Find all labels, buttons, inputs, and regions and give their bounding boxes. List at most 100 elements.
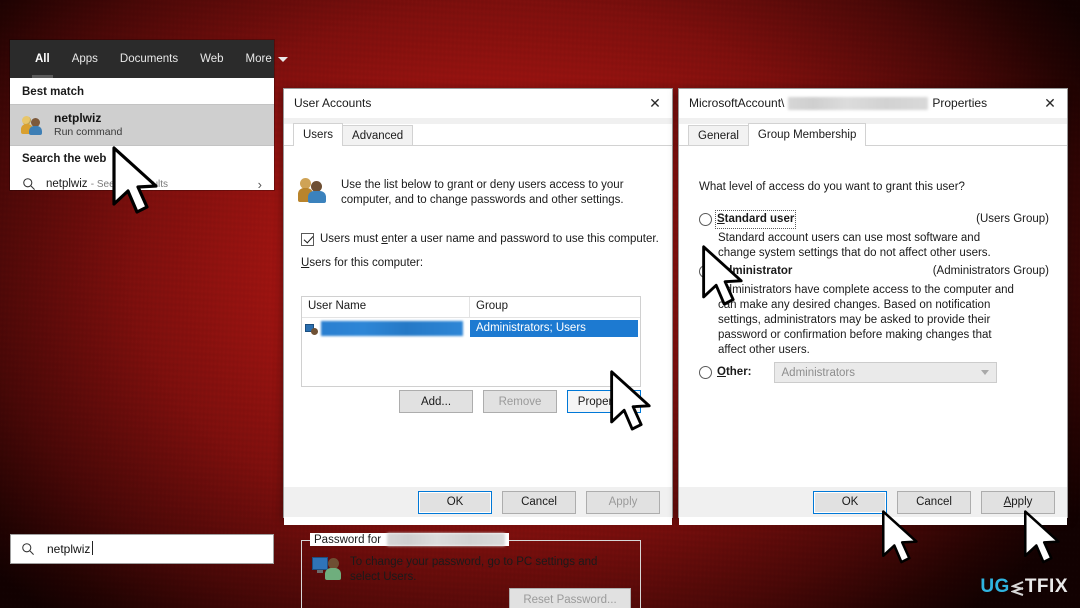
tab-advanced[interactable]: Advanced [342, 125, 414, 146]
start-tab-web-label: Web [200, 53, 224, 65]
properties-body: General Group Membership What level of a… [679, 123, 1067, 525]
user-accounts-title: User Accounts [294, 96, 372, 110]
best-match-title: netplwiz [54, 110, 102, 125]
reset-password-button: Reset Password... [509, 588, 631, 608]
search-icon [22, 543, 34, 555]
properties-title-prefix: MicrosoftAccount\ [689, 96, 785, 110]
screenshot-root: All Apps Documents Web More Best match n… [0, 0, 1080, 608]
require-password-checkbox[interactable] [301, 233, 314, 246]
column-header-user-name[interactable]: User Name [302, 297, 470, 317]
users-listview-header: User Name Group [302, 297, 640, 318]
cell-user-name [304, 321, 470, 336]
close-icon[interactable]: ✕ [638, 89, 672, 117]
administrator-radio[interactable] [699, 265, 712, 278]
users-action-buttons: Add... Remove Properties [301, 390, 641, 413]
properties-title-redacted [788, 96, 929, 110]
tab-general-label: General [698, 130, 739, 142]
tab-general[interactable]: General [688, 125, 749, 146]
add-button[interactable]: Add... [399, 390, 473, 413]
user-accounts-intro: Use the list below to grant or deny user… [298, 178, 659, 208]
require-password-label: Users must enter a user name and passwor… [320, 233, 659, 245]
best-match-heading: Best match [22, 86, 84, 98]
properties-title-suffix: Properties [932, 96, 988, 110]
other-radio[interactable] [699, 366, 712, 379]
tab-group-membership[interactable]: Group Membership [747, 123, 867, 147]
standard-user-radio[interactable] [699, 213, 712, 226]
ok-button[interactable]: OK [813, 490, 887, 514]
user-accounts-dialog: User Accounts ✕ Users Advanced Use the l… [283, 88, 673, 608]
search-input-value: netplwiz [47, 541, 94, 556]
other-option[interactable]: Other: Administrators [699, 362, 1049, 383]
watermark-e-glyph [1009, 580, 1024, 596]
start-tab-web[interactable]: Web [189, 40, 234, 78]
start-tab-documents[interactable]: Documents [109, 40, 189, 78]
user-accounts-footer: OK Cancel Apply [284, 487, 672, 517]
start-tab-apps[interactable]: Apps [61, 40, 109, 78]
start-tab-more[interactable]: More [235, 40, 299, 78]
start-tab-more-label: More [245, 53, 272, 65]
cancel-button[interactable]: Cancel [897, 490, 971, 514]
user-name-redacted [321, 321, 463, 336]
best-match-subtitle: Run command [54, 125, 123, 138]
apply-button: Apply [586, 490, 660, 514]
search-the-web-heading: Search the web [22, 153, 107, 165]
users-listview[interactable]: User Name Group Administrators; Users [301, 296, 641, 387]
search-icon [23, 178, 35, 190]
watermark-part1: UG [980, 576, 1010, 597]
password-user-redacted [387, 533, 506, 546]
standard-user-description: Standard account users can use most soft… [718, 232, 991, 259]
chevron-down-icon [980, 370, 989, 375]
taskbar-search-box[interactable]: netplwiz [10, 534, 274, 564]
chevron-right-icon: › [257, 176, 262, 192]
other-label: Other: [717, 366, 752, 378]
users-people-icon [298, 178, 329, 204]
search-web-result-row[interactable]: netplwiz - See web results › [10, 169, 274, 199]
tab-advanced-label: Advanced [352, 130, 404, 142]
password-info-text: To change your password, go to PC settin… [350, 556, 598, 583]
access-level-question: What level of access do you want to gran… [699, 181, 965, 193]
other-group-dropdown[interactable]: Administrators [773, 362, 997, 383]
start-tab-all[interactable]: All [24, 40, 61, 78]
password-groupbox-title: Password for [310, 533, 510, 546]
cell-group: Administrators; Users [470, 320, 638, 337]
chevron-down-icon [277, 56, 288, 62]
reset-password-button-wrap: Reset Password... [509, 588, 631, 608]
start-tab-apps-label: Apps [71, 53, 98, 65]
administrator-description: Administrators have complete access to t… [718, 284, 1014, 356]
users-people-icon [21, 115, 44, 135]
ok-button[interactable]: OK [418, 490, 492, 514]
user-accounts-body: Users Advanced Use the list below to gra… [284, 123, 672, 608]
password-groupbox: Password for To change your password, go… [301, 533, 641, 608]
tab-users[interactable]: Users [293, 123, 344, 147]
user-password-icon [312, 555, 341, 581]
account-properties-dialog: MicrosoftAccount\ Properties ✕ General G… [678, 88, 1068, 525]
password-info-row: To change your password, go to PC settin… [312, 555, 632, 585]
search-web-suffix: - See web results [90, 179, 169, 190]
administrator-option[interactable]: Administrator (Administrators Group) Adm… [699, 264, 1049, 358]
close-icon[interactable]: ✕ [1033, 89, 1067, 117]
user-account-icon [305, 322, 318, 335]
administrator-group: (Administrators Group) [932, 265, 1049, 277]
start-menu-search-panel: All Apps Documents Web More Best match n… [10, 40, 288, 192]
other-group-dropdown-value: Administrators [781, 366, 856, 379]
require-password-checkbox-row[interactable]: Users must enter a user name and passwor… [301, 232, 659, 247]
search-web-query: netplwiz [46, 178, 88, 190]
start-tab-documents-label: Documents [119, 53, 179, 65]
table-row[interactable]: Administrators; Users [304, 320, 638, 337]
start-tab-all-label: All [35, 53, 50, 65]
administrator-label: Administrator [717, 265, 793, 277]
user-accounts-tabstrip: Users Advanced [284, 123, 672, 147]
properties-button[interactable]: Properties [567, 390, 641, 413]
user-accounts-intro-text: Use the list below to grant or deny user… [341, 179, 624, 206]
apply-button[interactable]: Apply [981, 490, 1055, 514]
properties-footer: OK Cancel Apply [679, 487, 1067, 517]
users-list-label: Users for this computer: [301, 257, 424, 269]
best-match-result-netplwiz[interactable]: netplwiz Run command [10, 104, 274, 146]
column-header-group[interactable]: Group [470, 297, 640, 317]
cancel-button[interactable]: Cancel [502, 490, 576, 514]
user-accounts-titlebar: User Accounts ✕ [284, 89, 672, 118]
standard-user-option[interactable]: Standard user (Users Group) Standard acc… [699, 210, 1049, 261]
tab-group-membership-label: Group Membership [757, 129, 857, 141]
properties-title: MicrosoftAccount\ Properties [689, 96, 987, 110]
watermark-part2: TFIX [1024, 576, 1068, 597]
